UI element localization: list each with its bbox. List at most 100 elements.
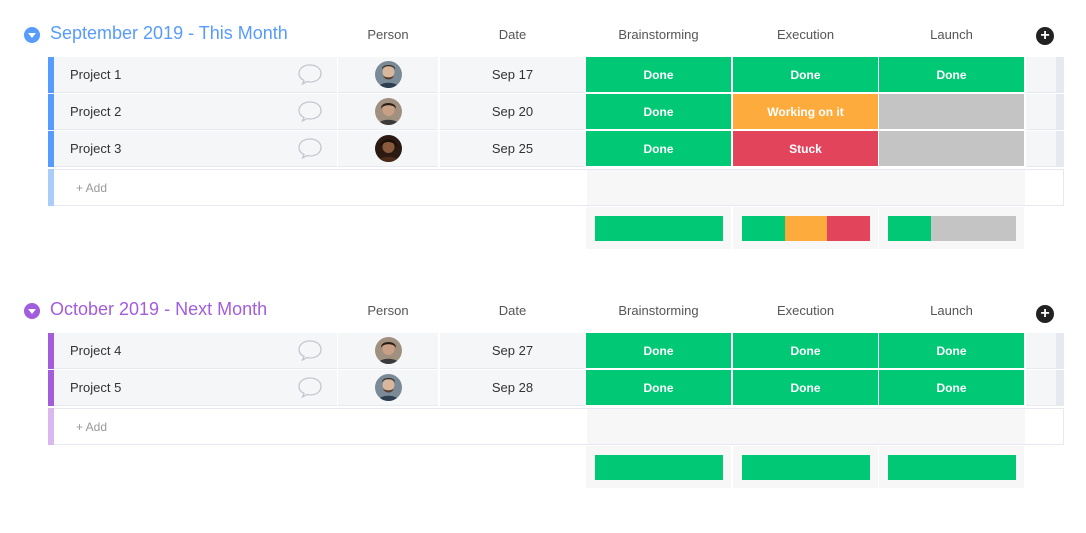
add-item-field[interactable]: + Add	[54, 169, 1064, 206]
summary-segment-done	[888, 216, 931, 241]
item-name[interactable]: Project 1	[70, 67, 121, 82]
row-end-cell	[1026, 370, 1064, 406]
add-item-row: + Add	[0, 408, 1086, 445]
summary-row	[586, 207, 1026, 249]
status-launch[interactable]: Done	[879, 370, 1024, 406]
date-cell[interactable]: Sep 17	[440, 57, 585, 93]
chevron-down-icon[interactable]	[24, 303, 40, 319]
status-execution[interactable]: Done	[733, 333, 878, 369]
column-header-launch[interactable]: Launch	[879, 303, 1024, 318]
summary-brainstorming[interactable]	[586, 446, 731, 488]
status-brainstorming[interactable]: Done	[586, 370, 731, 406]
column-header-brainstorming[interactable]: Brainstorming	[586, 27, 731, 42]
status-execution[interactable]: Working on it	[733, 94, 878, 130]
item-name[interactable]: Project 4	[70, 343, 121, 358]
column-header-date[interactable]: Date	[440, 27, 585, 42]
summary-launch[interactable]	[879, 446, 1024, 488]
group-header: September 2019 - This Month Person Date …	[0, 17, 1086, 53]
date-cell[interactable]: Sep 27	[440, 333, 585, 369]
table-row: Project 5 Sep 28 Done Done Done	[0, 370, 1086, 406]
person-cell[interactable]	[338, 94, 438, 130]
table-row: Project 2 Sep 20 Done Working on it	[0, 94, 1086, 130]
avatar[interactable]	[375, 337, 402, 364]
date-cell[interactable]: Sep 20	[440, 94, 585, 130]
group-header: October 2019 - Next Month Person Date Br…	[0, 293, 1086, 329]
column-header-execution[interactable]: Execution	[733, 27, 878, 42]
chat-bubble-icon[interactable]	[297, 100, 323, 122]
status-launch[interactable]	[879, 131, 1024, 167]
avatar[interactable]	[375, 374, 402, 401]
table-row: Project 1 Sep 17 Done Done Done	[0, 57, 1086, 93]
item-name[interactable]: Project 5	[70, 380, 121, 395]
column-header-date[interactable]: Date	[440, 303, 585, 318]
date-cell[interactable]: Sep 25	[440, 131, 585, 167]
person-cell[interactable]	[338, 57, 438, 93]
battery-bar[interactable]	[595, 455, 723, 480]
item-name-cell[interactable]: Project 4	[54, 333, 337, 369]
summary-segment-done	[595, 455, 723, 480]
summary-segment-stuck	[827, 216, 870, 241]
add-row-shade	[587, 170, 1025, 205]
battery-bar[interactable]	[595, 216, 723, 241]
avatar[interactable]	[375, 61, 402, 88]
group-title[interactable]: October 2019 - Next Month	[50, 299, 267, 320]
item-name-cell[interactable]: Project 2	[54, 94, 337, 130]
row-end-cell	[1026, 131, 1064, 167]
battery-bar[interactable]	[888, 455, 1016, 480]
chat-bubble-icon[interactable]	[297, 376, 323, 398]
item-name[interactable]: Project 2	[70, 104, 121, 119]
summary-segment-done	[888, 455, 1016, 480]
status-brainstorming[interactable]: Done	[586, 333, 731, 369]
summary-execution[interactable]	[733, 446, 878, 488]
add-item-label[interactable]: + Add	[76, 181, 107, 195]
date-cell[interactable]: Sep 28	[440, 370, 585, 406]
status-launch[interactable]: Done	[879, 57, 1024, 93]
avatar[interactable]	[375, 98, 402, 125]
person-cell[interactable]	[338, 333, 438, 369]
row-end-cell	[1026, 94, 1064, 130]
summary-execution[interactable]	[733, 207, 878, 249]
summary-row	[586, 446, 1026, 488]
person-cell[interactable]	[338, 370, 438, 406]
status-launch[interactable]: Done	[879, 333, 1024, 369]
summary-segment-done	[742, 216, 785, 241]
item-name-cell[interactable]: Project 5	[54, 370, 337, 406]
summary-brainstorming[interactable]	[586, 207, 731, 249]
status-brainstorming[interactable]: Done	[586, 57, 731, 93]
add-row-shade	[587, 409, 1025, 444]
add-item-label[interactable]: + Add	[76, 420, 107, 434]
status-execution[interactable]: Stuck	[733, 131, 878, 167]
group-title[interactable]: September 2019 - This Month	[50, 23, 288, 44]
row-end-cell	[1026, 333, 1064, 369]
column-header-execution[interactable]: Execution	[733, 303, 878, 318]
status-brainstorming[interactable]: Done	[586, 94, 731, 130]
plus-circle-icon[interactable]: +	[1036, 305, 1054, 323]
item-name-cell[interactable]: Project 1	[54, 57, 337, 93]
status-brainstorming[interactable]: Done	[586, 131, 731, 167]
item-name-cell[interactable]: Project 3	[54, 131, 337, 167]
chat-bubble-icon[interactable]	[297, 63, 323, 85]
battery-bar[interactable]	[742, 216, 870, 241]
column-header-person[interactable]: Person	[338, 303, 438, 318]
battery-bar[interactable]	[888, 216, 1016, 241]
chevron-down-icon[interactable]	[24, 27, 40, 43]
column-header-launch[interactable]: Launch	[879, 27, 1024, 42]
battery-bar[interactable]	[742, 455, 870, 480]
table-row: Project 4 Sep 27 Done Done Done	[0, 333, 1086, 369]
table-row: Project 3 Sep 25 Done Stuck	[0, 131, 1086, 167]
status-execution[interactable]: Done	[733, 57, 878, 93]
summary-segment-done	[742, 455, 870, 480]
plus-circle-icon[interactable]: +	[1036, 27, 1054, 45]
summary-launch[interactable]	[879, 207, 1024, 249]
row-end-cell	[1026, 57, 1064, 93]
status-launch[interactable]	[879, 94, 1024, 130]
item-name[interactable]: Project 3	[70, 141, 121, 156]
column-header-person[interactable]: Person	[338, 27, 438, 42]
chat-bubble-icon[interactable]	[297, 339, 323, 361]
status-execution[interactable]: Done	[733, 370, 878, 406]
person-cell[interactable]	[338, 131, 438, 167]
column-header-brainstorming[interactable]: Brainstorming	[586, 303, 731, 318]
avatar[interactable]	[375, 135, 402, 162]
chat-bubble-icon[interactable]	[297, 137, 323, 159]
add-item-field[interactable]: + Add	[54, 408, 1064, 445]
